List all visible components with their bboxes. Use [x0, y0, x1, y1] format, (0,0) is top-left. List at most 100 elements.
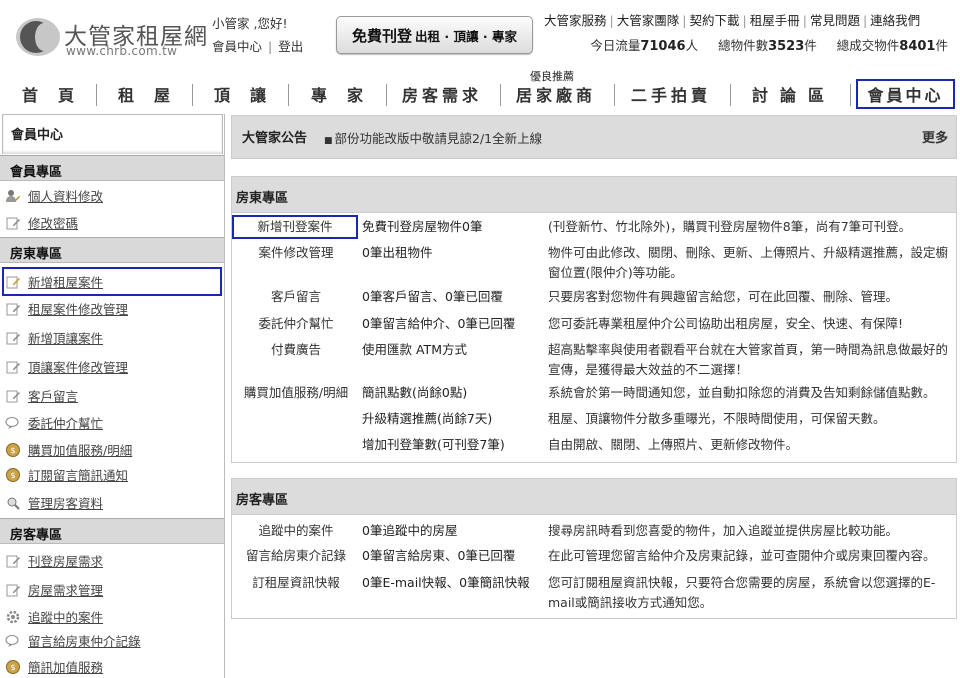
nav-member-center[interactable]: 會員中心: [856, 79, 955, 109]
sidebar-item-demand-manage[interactable]: 房屋需求管理: [4, 577, 222, 602]
user-links: 會員中心 | 登出: [212, 36, 303, 55]
free-post-sub: 出租 · 頂讓 · 專家: [415, 28, 517, 44]
nav-home[interactable]: 首頁: [2, 76, 94, 112]
sidebar-section-tenant: 房客專區: [0, 518, 224, 544]
gear-icon: [4, 608, 22, 626]
row-name[interactable]: 付費廣告: [234, 340, 358, 360]
sidebar-item-message-records[interactable]: 留言給房東仲介記錄: [4, 628, 222, 653]
top-link-faq[interactable]: 常見問題: [810, 13, 860, 28]
top-link-team[interactable]: 大管家團隊: [617, 13, 680, 28]
sidebar-item-add-transfer[interactable]: 新增頂讓案件: [4, 325, 222, 350]
row-desc: 租屋、頂讓物件分散多重曝光，不限時間使用，可保留天數。: [548, 411, 886, 426]
sidebar-item-tracking[interactable]: 追蹤中的案件: [4, 604, 222, 629]
chat-icon: [4, 414, 22, 432]
sidebar-item-sms-subscribe[interactable]: $ 訂閱留言簡訊通知: [4, 462, 222, 487]
traffic-count: 71046: [640, 39, 686, 54]
row-name[interactable]: 訂租屋資訊快報: [234, 573, 358, 593]
tenant-panel: 房客專區 追蹤中的案件 0筆追蹤中的房屋 搜尋房訊時看到您喜愛的物件，加入追蹤並…: [231, 478, 957, 619]
landlord-panel-title: 房東專區: [232, 177, 956, 213]
sidebar-item-agent-help[interactable]: 委託仲介幫忙: [4, 410, 222, 435]
sidebar-item-label: 個人資料修改: [28, 189, 104, 204]
traffic-label: 今日流量: [590, 38, 641, 53]
row-name[interactable]: 案件修改管理: [234, 243, 358, 263]
sidebar-item-label: 追蹤中的案件: [28, 610, 104, 625]
sidebar-item-label: 新增租屋案件: [28, 275, 104, 290]
nav-expert[interactable]: 專家: [290, 76, 384, 112]
sidebar-item-label: 訂閱留言簡訊通知: [28, 468, 129, 483]
coin-icon: $: [4, 466, 22, 484]
pencil-icon: [4, 552, 22, 570]
nav-rent[interactable]: 租屋: [98, 76, 190, 112]
sidebar-item-label: 留言給房東仲介記錄: [28, 634, 141, 649]
sidebar-item-sms-service[interactable]: $ 簡訊加值服務: [4, 654, 222, 678]
sidebar-item-post-demand[interactable]: 刊登房屋需求: [4, 548, 222, 573]
sidebar-item-label: 租屋案件修改管理: [28, 302, 129, 317]
free-post-main: 免費刊登: [352, 26, 413, 45]
brand-url: www.chrb.com.tw: [66, 44, 178, 58]
notice-text[interactable]: ■ 部份功能改版中敬請見諒2/1全新上線: [324, 128, 542, 147]
deals-unit: 件: [935, 38, 948, 53]
nav-home-vendors[interactable]: 居家廠商: [502, 76, 610, 112]
sidebar-item-label: 客戶留言: [28, 389, 79, 404]
svg-text:$: $: [10, 663, 15, 672]
row-name[interactable]: 委託仲介幫忙: [234, 314, 358, 334]
divider: |: [268, 39, 273, 54]
chat-icon: [4, 632, 22, 650]
row-name[interactable]: 追蹤中的案件: [234, 521, 358, 541]
pencil-icon: [4, 581, 22, 599]
coin-icon: $: [4, 658, 22, 676]
row-desc: 您可訂閱租屋資訊快報，只要符合您需要的房屋，系統會以您選擇的E-mail或簡訊接…: [548, 575, 936, 610]
row-name-new-post[interactable]: 新增刊登案件: [232, 215, 358, 239]
bullet-icon: ■: [324, 136, 333, 146]
sidebar-item-messages[interactable]: 客戶留言: [4, 383, 222, 408]
coin-icon: $: [4, 441, 22, 459]
notice-more-link[interactable]: 更多: [922, 127, 948, 146]
sidebar-item-profile[interactable]: 個人資料修改: [4, 183, 222, 208]
traffic-unit: 人: [685, 38, 699, 53]
notice-bar: 大管家公告 ■ 部份功能改版中敬請見諒2/1全新上線 更多: [231, 115, 957, 159]
svg-text:$: $: [10, 471, 15, 480]
row-status: 0筆留言給房東、0筆已回覆: [362, 548, 516, 563]
row-status: 升級精選推薦(尚餘7天): [362, 411, 493, 426]
sidebar-item-label: 簡訊加值服務: [28, 660, 104, 675]
notice-message: 部份功能改版中敬請見諒2/1全新上線: [334, 131, 543, 146]
deals-label: 總成交物件: [836, 38, 900, 53]
sidebar-item-value-services[interactable]: $ 購買加值服務/明細: [4, 437, 222, 462]
sidebar-title: 會員中心: [2, 114, 223, 154]
notice-label: 大管家公告: [242, 131, 308, 146]
nav-tenant-demand[interactable]: 房客需求: [388, 76, 496, 112]
sidebar-item-password[interactable]: 修改密碼: [4, 210, 222, 235]
free-post-button[interactable]: 免費刊登 出租 · 頂讓 · 專家: [336, 16, 533, 54]
row-desc: 系統會於第一時間通知您，並自動扣除您的消費及告知剩餘儲值點數。: [548, 385, 936, 400]
top-link-handbook[interactable]: 租屋手冊: [750, 13, 800, 28]
nav-transfer[interactable]: 頂讓: [194, 76, 286, 112]
sidebar: 會員中心 會員專區 個人資料修改 修改密碼 房東專區 新增租屋案件 租屋案件修改…: [0, 114, 225, 678]
row-desc: 超高點擊率與使用者觀看平台就在大管家首頁，第一時間為訊息做最好的宣傳，是獲得最大…: [548, 342, 949, 377]
logout-link[interactable]: 登出: [278, 39, 303, 54]
row-status: 簡訊點數(尚餘0點): [362, 385, 468, 400]
tenant-panel-title: 房客專區: [232, 479, 956, 515]
pencil-icon: [4, 358, 22, 376]
listings-label: 總物件數: [718, 38, 769, 53]
sidebar-item-rental-manage[interactable]: 租屋案件修改管理: [4, 296, 222, 321]
top-link-contract[interactable]: 契約下載: [689, 13, 739, 28]
top-link-contact[interactable]: 連絡我們: [870, 13, 920, 28]
sidebar-item-transfer-manage[interactable]: 頂讓案件修改管理: [4, 354, 222, 379]
row-name[interactable]: 留言給房東介記錄: [234, 546, 358, 566]
sidebar-item-label: 房屋需求管理: [28, 583, 104, 598]
top-link-service[interactable]: 大管家服務: [544, 13, 607, 28]
site-logo[interactable]: 大管家租屋網 www.chrb.com.tw: [12, 12, 208, 62]
row-desc: 您可委託專業租屋仲介公司協助出租房屋，安全、快速、有保障!: [548, 316, 904, 331]
row-name[interactable]: 購買加值服務/明細: [234, 383, 358, 403]
nav-second-hand[interactable]: 二手拍賣: [616, 76, 726, 112]
row-name[interactable]: 客戶留言: [234, 287, 358, 307]
deals-count: 8401: [899, 39, 936, 54]
pencil-icon: [4, 273, 22, 291]
member-center-link[interactable]: 會員中心: [212, 39, 262, 54]
row-status: 0筆追蹤中的房屋: [362, 523, 458, 538]
user-edit-icon: [4, 187, 22, 205]
row-status: 0筆出租物件: [362, 245, 433, 260]
sidebar-item-add-rental[interactable]: 新增租屋案件: [2, 267, 222, 296]
sidebar-item-tenant-data[interactable]: 管理房客資料: [4, 490, 222, 515]
nav-forum[interactable]: 討論區: [732, 76, 844, 112]
